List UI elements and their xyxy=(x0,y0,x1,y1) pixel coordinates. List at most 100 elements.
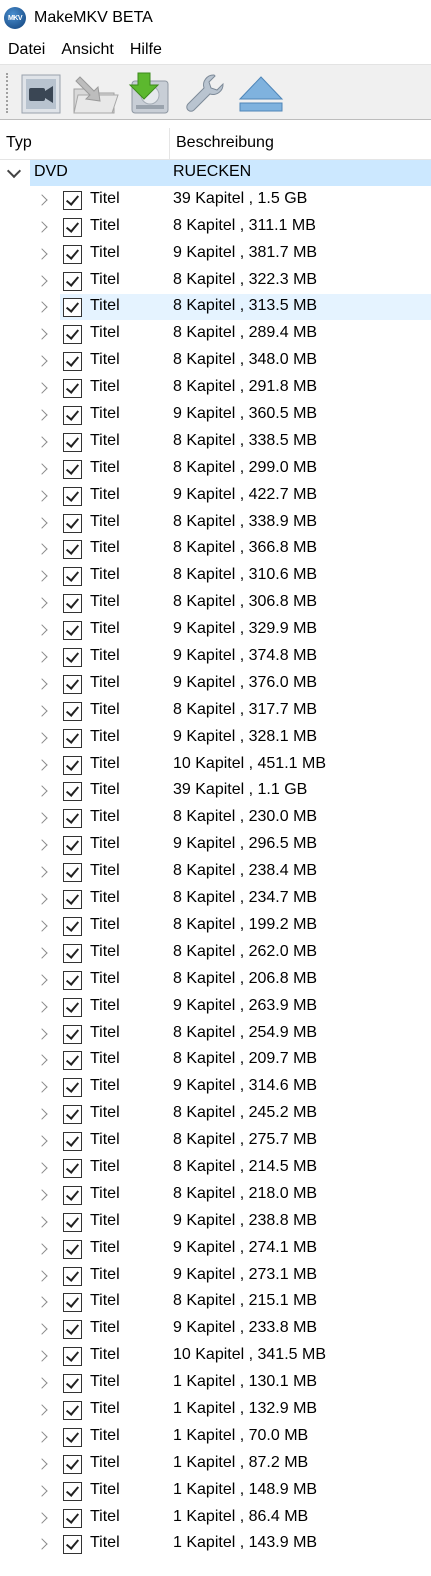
chevron-right-icon[interactable] xyxy=(36,1404,48,1416)
tree-row[interactable]: Titel 10 Kapitel , 451.1 MB xyxy=(0,752,431,779)
chevron-right-icon[interactable] xyxy=(36,1108,48,1120)
chevron-right-icon[interactable] xyxy=(36,1000,48,1013)
tree-row[interactable]: Titel 9 Kapitel , 374.8 MB xyxy=(0,644,431,671)
title-checkbox[interactable] xyxy=(63,1400,82,1420)
title-checkbox[interactable] xyxy=(63,1158,82,1178)
title-checkbox[interactable] xyxy=(63,567,82,587)
title-checkbox[interactable] xyxy=(63,190,82,210)
chevron-right-icon[interactable] xyxy=(36,1269,48,1282)
title-checkbox[interactable] xyxy=(63,1481,82,1501)
title-checkbox[interactable] xyxy=(63,325,82,345)
title-checkbox[interactable] xyxy=(63,352,82,372)
tree-row[interactable]: Titel 8 Kapitel , 313.5 MB xyxy=(0,294,431,321)
tree-row[interactable]: Titel 8 Kapitel , 338.9 MB xyxy=(0,510,431,537)
chevron-right-icon[interactable] xyxy=(36,1054,48,1067)
chevron-right-icon[interactable] xyxy=(36,1081,48,1093)
title-checkbox[interactable] xyxy=(63,594,82,614)
menu-hilfe[interactable]: Hilfe xyxy=(122,41,170,59)
tree-row[interactable]: Titel 8 Kapitel , 310.6 MB xyxy=(0,563,431,590)
chevron-right-icon[interactable] xyxy=(36,1027,48,1040)
title-checkbox[interactable] xyxy=(63,1535,82,1555)
tree-row[interactable]: Titel 8 Kapitel , 348.0 MB xyxy=(0,348,431,375)
tree-row[interactable]: Titel 9 Kapitel , 274.1 MB xyxy=(0,1236,431,1263)
title-checkbox[interactable] xyxy=(63,271,82,291)
chevron-right-icon[interactable] xyxy=(36,301,48,314)
tree-row[interactable]: Titel 8 Kapitel , 262.0 MB xyxy=(0,940,431,967)
tree-row[interactable]: Titel 9 Kapitel , 314.6 MB xyxy=(0,1074,431,1101)
title-checkbox[interactable] xyxy=(63,863,82,883)
chevron-right-icon[interactable] xyxy=(36,732,48,744)
tree-row[interactable]: Titel 1 Kapitel , 143.9 MB xyxy=(0,1531,431,1558)
chevron-right-icon[interactable] xyxy=(36,1135,48,1147)
title-checkbox[interactable] xyxy=(63,1320,82,1340)
backup-button[interactable] xyxy=(124,71,172,117)
chevron-right-icon[interactable] xyxy=(36,274,48,287)
chevron-right-icon[interactable] xyxy=(36,221,48,233)
tree-row[interactable]: Titel 9 Kapitel , 238.8 MB xyxy=(0,1209,431,1236)
chevron-right-icon[interactable] xyxy=(36,382,48,394)
tree-row[interactable]: Titel 9 Kapitel , 273.1 MB xyxy=(0,1263,431,1290)
column-divider[interactable] xyxy=(169,128,170,160)
tree-row[interactable]: Titel 1 Kapitel , 130.1 MB xyxy=(0,1370,431,1397)
chevron-right-icon[interactable] xyxy=(36,597,48,609)
tree-row[interactable]: Titel 1 Kapitel , 87.2 MB xyxy=(0,1451,431,1478)
title-checkbox[interactable] xyxy=(63,459,82,479)
chevron-right-icon[interactable] xyxy=(36,839,48,851)
title-checkbox[interactable] xyxy=(63,1454,82,1474)
tree-row[interactable]: Titel 8 Kapitel , 291.8 MB xyxy=(0,375,431,402)
tree-row[interactable]: Titel 9 Kapitel , 233.8 MB xyxy=(0,1316,431,1343)
tree-row[interactable]: Titel 9 Kapitel , 422.7 MB xyxy=(0,483,431,510)
tree-row[interactable]: Titel 8 Kapitel , 322.3 MB xyxy=(0,268,431,295)
title-checkbox[interactable] xyxy=(63,970,82,990)
title-checkbox[interactable] xyxy=(63,890,82,910)
toolbar-grip[interactable] xyxy=(6,73,10,113)
title-checkbox[interactable] xyxy=(63,406,82,426)
chevron-right-icon[interactable] xyxy=(36,651,48,663)
tree-row[interactable]: Titel 8 Kapitel , 317.7 MB xyxy=(0,698,431,725)
title-checkbox[interactable] xyxy=(63,540,82,560)
menu-ansicht[interactable]: Ansicht xyxy=(53,41,121,59)
title-checkbox[interactable] xyxy=(63,1347,82,1367)
tree-row[interactable]: Titel 8 Kapitel , 245.2 MB xyxy=(0,1101,431,1128)
chevron-right-icon[interactable] xyxy=(36,812,48,825)
chevron-right-icon[interactable] xyxy=(36,974,48,986)
title-checkbox[interactable] xyxy=(63,486,82,506)
tree-root-row[interactable]: DVD RUECKEN xyxy=(0,160,431,187)
tree-row[interactable]: Titel 8 Kapitel , 234.7 MB xyxy=(0,886,431,913)
tree-row[interactable]: Titel 1 Kapitel , 148.9 MB xyxy=(0,1478,431,1505)
chevron-right-icon[interactable] xyxy=(36,436,48,448)
title-checkbox[interactable] xyxy=(63,755,82,775)
title-checkbox[interactable] xyxy=(63,1427,82,1447)
chevron-right-icon[interactable] xyxy=(36,1484,48,1497)
tree-row[interactable]: Titel 9 Kapitel , 381.7 MB xyxy=(0,241,431,268)
title-checkbox[interactable] xyxy=(63,648,82,668)
chevron-right-icon[interactable] xyxy=(36,328,48,341)
chevron-right-icon[interactable] xyxy=(36,624,48,636)
chevron-right-icon[interactable] xyxy=(36,1323,48,1335)
tree-row[interactable]: Titel 9 Kapitel , 329.9 MB xyxy=(0,617,431,644)
chevron-right-icon[interactable] xyxy=(36,409,48,421)
tree-row[interactable]: Titel 8 Kapitel , 218.0 MB xyxy=(0,1182,431,1209)
chevron-down-icon[interactable] xyxy=(6,163,22,179)
tree-row[interactable]: Titel 9 Kapitel , 360.5 MB xyxy=(0,402,431,429)
column-header-type[interactable]: Typ xyxy=(6,134,32,152)
title-checkbox[interactable] xyxy=(63,782,82,802)
chevron-right-icon[interactable] xyxy=(36,490,48,502)
tree-row[interactable]: Titel 8 Kapitel , 206.8 MB xyxy=(0,967,431,994)
title-checkbox[interactable] xyxy=(63,836,82,856)
title-checkbox[interactable] xyxy=(63,1024,82,1044)
tree-row[interactable]: Titel 1 Kapitel , 86.4 MB xyxy=(0,1505,431,1532)
tree-row[interactable]: Titel 8 Kapitel , 209.7 MB xyxy=(0,1047,431,1074)
tree-row[interactable]: Titel 1 Kapitel , 132.9 MB xyxy=(0,1397,431,1424)
chevron-right-icon[interactable] xyxy=(36,1216,48,1228)
chevron-right-icon[interactable] xyxy=(36,866,48,878)
chevron-right-icon[interactable] xyxy=(36,785,48,798)
chevron-right-icon[interactable] xyxy=(36,1242,48,1255)
title-checkbox[interactable] xyxy=(63,1508,82,1528)
title-checkbox[interactable] xyxy=(63,1185,82,1205)
chevron-right-icon[interactable] xyxy=(36,516,48,529)
title-checkbox[interactable] xyxy=(63,379,82,399)
tree-row[interactable]: Titel 9 Kapitel , 328.1 MB xyxy=(0,725,431,752)
tree-row[interactable]: Titel 8 Kapitel , 275.7 MB xyxy=(0,1128,431,1155)
title-checkbox[interactable] xyxy=(63,244,82,264)
